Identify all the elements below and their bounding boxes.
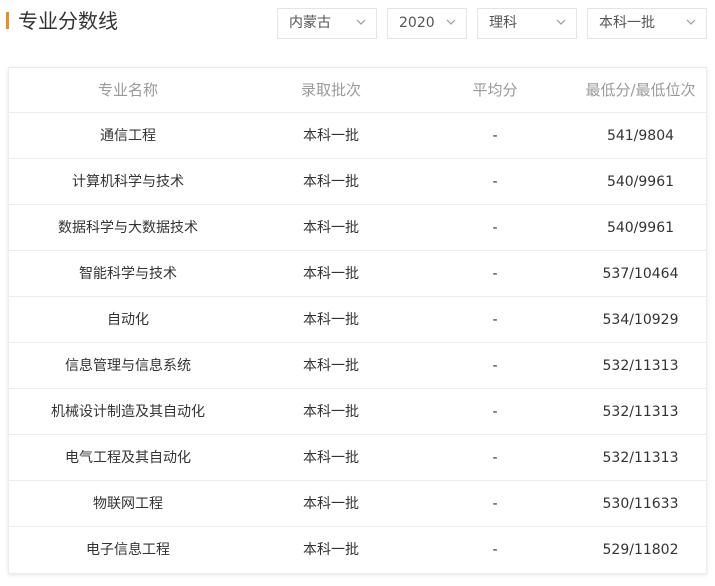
table-row: 智能科学与技术 本科一批 - 537/10464 [9, 251, 706, 297]
subject-select[interactable]: 理科 [477, 8, 577, 39]
table-row: 数据科学与大数据技术 本科一批 - 540/9961 [9, 205, 706, 251]
table-row: 电气工程及其自动化 本科一批 - 532/11313 [9, 435, 706, 481]
batch-cell: 本科一批 [303, 404, 359, 420]
min-score-rank-cell: 540/9961 [606, 174, 675, 190]
batch-cell: 本科一批 [303, 128, 359, 144]
subject-select-value: 理科 [489, 15, 517, 31]
table-row: 信息管理与信息系统 本科一批 - 532/11313 [9, 343, 706, 389]
average-score-cell: - [492, 312, 498, 328]
year-select[interactable]: 2020 [387, 8, 467, 39]
column-header-major: 专业名称 [97, 81, 158, 99]
batch-cell: 本科一批 [303, 496, 359, 512]
major-name-cell: 机械设计制造及其自动化 [51, 404, 205, 420]
batch-cell: 本科一批 [303, 312, 359, 328]
min-score-rank-cell: 530/11633 [602, 496, 679, 512]
page-header: 专业分数线 内蒙古 2020 理科 本科一批 [0, 0, 715, 45]
min-score-rank-cell: 532/11313 [602, 358, 679, 374]
batch-select[interactable]: 本科一批 [587, 8, 707, 39]
major-name-cell: 物联网工程 [93, 496, 163, 512]
min-score-rank-cell: 541/9804 [606, 128, 675, 144]
batch-cell: 本科一批 [303, 450, 359, 466]
batch-cell: 本科一批 [303, 542, 359, 558]
min-score-rank-cell: 540/9961 [606, 220, 675, 236]
major-name-cell: 电子信息工程 [86, 542, 170, 558]
province-select[interactable]: 内蒙古 [277, 8, 377, 39]
average-score-cell: - [492, 174, 498, 190]
min-score-rank-cell: 532/11313 [602, 404, 679, 420]
table-row: 物联网工程 本科一批 - 530/11633 [9, 481, 706, 527]
average-score-cell: - [492, 450, 498, 466]
average-score-cell: - [492, 404, 498, 420]
average-score-cell: - [492, 220, 498, 236]
table-row: 自动化 本科一批 - 534/10929 [9, 297, 706, 343]
table-header-row: 专业名称 录取批次 平均分 最低分/最低位次 [9, 68, 706, 113]
chevron-down-icon [686, 9, 696, 38]
score-table: 专业名称 录取批次 平均分 最低分/最低位次 通信工程 本科一批 -541/9804… [8, 67, 707, 574]
major-name-cell: 通信工程 [100, 128, 156, 144]
table-row: 电子信息工程 本科一批 - 529/11802 [9, 527, 706, 573]
batch-select-value: 本科一批 [599, 15, 655, 31]
table-row: 机械设计制造及其自动化 本科一批 - 532/11313 [9, 389, 706, 435]
average-score-cell: - [492, 358, 498, 374]
average-score-cell: - [492, 542, 498, 558]
average-score-cell: - [492, 266, 498, 282]
min-score-rank-cell: 532/11313 [602, 450, 679, 466]
batch-cell: 本科一批 [303, 174, 359, 190]
title-accent-bar [6, 12, 9, 29]
batch-cell: 本科一批 [303, 220, 359, 236]
batch-cell: 本科一批 [303, 358, 359, 374]
major-name-cell: 自动化 [107, 312, 149, 328]
chevron-down-icon [356, 9, 366, 38]
province-select-value: 内蒙古 [289, 15, 331, 31]
batch-cell: 本科一批 [303, 266, 359, 282]
page-title: 专业分数线 [18, 9, 118, 33]
column-header-batch: 录取批次 [300, 81, 361, 99]
average-score-cell: - [492, 128, 498, 144]
major-name-cell: 计算机科学与技术 [72, 174, 184, 190]
table-row: 计算机科学与技术 本科一批 - 540/9961 [9, 159, 706, 205]
table-row: 通信工程 本科一批 - 541/9804 [9, 113, 706, 159]
chevron-down-icon [556, 9, 566, 38]
year-select-value: 2020 [399, 15, 435, 31]
min-score-rank-cell: 534/10929 [602, 312, 679, 328]
major-name-cell: 数据科学与大数据技术 [58, 220, 198, 236]
major-name-cell: 信息管理与信息系统 [65, 358, 191, 374]
min-score-rank-cell: 537/10464 [602, 266, 679, 282]
chevron-down-icon [446, 9, 456, 38]
column-header-min-score-rank: 最低分/最低位次 [585, 81, 696, 99]
average-score-cell: - [492, 496, 498, 512]
min-score-rank-cell: 529/11802 [602, 542, 679, 558]
column-header-average: 平均分 [472, 81, 518, 99]
major-name-cell: 电气工程及其自动化 [65, 450, 191, 466]
major-name-cell: 智能科学与技术 [79, 266, 177, 282]
